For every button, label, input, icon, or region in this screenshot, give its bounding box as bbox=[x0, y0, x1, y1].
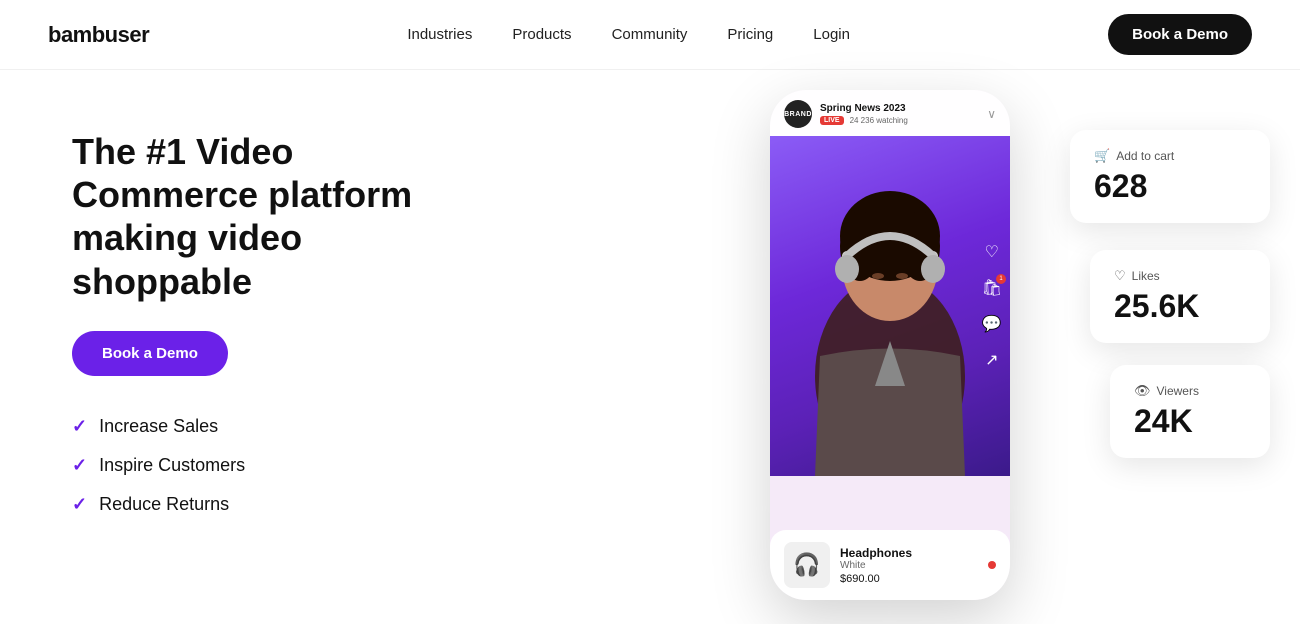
cart-icon-stat: 🛒 bbox=[1094, 148, 1110, 164]
product-price: $690.00 bbox=[840, 573, 978, 585]
likes-label: Likes bbox=[1132, 269, 1160, 283]
cart-icon[interactable]: 🛍 1 bbox=[982, 278, 1002, 298]
likes-label-row: ♡ Likes bbox=[1114, 268, 1246, 284]
nav-login[interactable]: Login bbox=[813, 26, 850, 43]
person-illustration bbox=[790, 156, 990, 476]
stream-title: Spring News 2023 bbox=[820, 103, 908, 114]
viewers-label-row: 👁 Viewers bbox=[1134, 383, 1246, 399]
book-demo-button-nav[interactable]: Book a Demo bbox=[1108, 14, 1252, 55]
hero-left: The #1 Video Commerce platform making vi… bbox=[0, 70, 480, 624]
nav-industries[interactable]: Industries bbox=[407, 26, 472, 43]
stream-info: Spring News 2023 LIVE 24 236 watching bbox=[820, 103, 908, 125]
check-icon-2: ✓ bbox=[72, 455, 87, 476]
product-name: Headphones bbox=[840, 546, 978, 560]
heart-icon[interactable]: ♡ bbox=[985, 242, 999, 262]
check-icon-3: ✓ bbox=[72, 494, 87, 515]
stat-card-viewers: 👁 Viewers 24K bbox=[1110, 365, 1270, 458]
stat-card-add-to-cart: 🛒 Add to cart 628 bbox=[1070, 130, 1270, 223]
phone-frame: BRAND Spring News 2023 LIVE 24 236 watch… bbox=[770, 90, 1010, 600]
headphones-image: 🎧 bbox=[784, 542, 830, 588]
hero-headline: The #1 Video Commerce platform making vi… bbox=[72, 130, 432, 303]
add-to-cart-label-row: 🛒 Add to cart bbox=[1094, 148, 1246, 164]
share-icon[interactable]: ↗ bbox=[985, 350, 998, 370]
product-variant: White bbox=[840, 560, 978, 571]
stat-card-likes: ♡ Likes 25.6K bbox=[1090, 250, 1270, 343]
nav-products[interactable]: Products bbox=[512, 26, 571, 43]
feature-item-1: ✓ Increase Sales bbox=[72, 416, 432, 437]
nav-links: Industries Products Community Pricing Lo… bbox=[407, 26, 850, 43]
brand-circle: BRAND bbox=[784, 100, 812, 128]
nav-community[interactable]: Community bbox=[612, 26, 688, 43]
book-demo-button-hero[interactable]: Book a Demo bbox=[72, 331, 228, 376]
nav-pricing[interactable]: Pricing bbox=[727, 26, 773, 43]
viewers-label: Viewers bbox=[1157, 384, 1199, 398]
viewers-value: 24K bbox=[1134, 403, 1246, 440]
main-content: The #1 Video Commerce platform making vi… bbox=[0, 70, 1300, 624]
add-to-cart-label: Add to cart bbox=[1116, 149, 1174, 163]
live-row: LIVE 24 236 watching bbox=[820, 116, 908, 125]
product-card: 🎧 Headphones White $690.00 bbox=[770, 530, 1010, 600]
navbar: bambuser Industries Products Community P… bbox=[0, 0, 1300, 70]
eye-icon: 👁 bbox=[1134, 383, 1151, 399]
feature-label-2: Inspire Customers bbox=[99, 455, 245, 476]
cart-badge: 1 bbox=[996, 274, 1006, 284]
phone-stream-image: ♡ 🛍 1 💬 ↗ bbox=[770, 136, 1010, 476]
logo: bambuser bbox=[48, 22, 149, 48]
brand-badge: BRAND Spring News 2023 LIVE 24 236 watch… bbox=[784, 100, 908, 128]
feature-item-3: ✓ Reduce Returns bbox=[72, 494, 432, 515]
live-badge: LIVE bbox=[820, 116, 844, 125]
add-to-cart-value: 628 bbox=[1094, 168, 1246, 205]
heart-icon-stat: ♡ bbox=[1114, 268, 1126, 284]
watching-count: 24 236 watching bbox=[850, 116, 908, 125]
hero-right: BRAND Spring News 2023 LIVE 24 236 watch… bbox=[480, 70, 1300, 624]
product-dot bbox=[988, 561, 996, 569]
likes-value: 25.6K bbox=[1114, 288, 1246, 325]
feature-item-2: ✓ Inspire Customers bbox=[72, 455, 432, 476]
phone-side-icons: ♡ 🛍 1 💬 ↗ bbox=[982, 242, 1002, 370]
feature-label-1: Increase Sales bbox=[99, 416, 218, 437]
chevron-down-icon[interactable]: ∨ bbox=[987, 107, 996, 121]
product-info: Headphones White $690.00 bbox=[840, 546, 978, 585]
feature-list: ✓ Increase Sales ✓ Inspire Customers ✓ R… bbox=[72, 416, 432, 515]
check-icon-1: ✓ bbox=[72, 416, 87, 437]
phone-top-bar: BRAND Spring News 2023 LIVE 24 236 watch… bbox=[770, 90, 1010, 136]
feature-label-3: Reduce Returns bbox=[99, 494, 229, 515]
comment-icon[interactable]: 💬 bbox=[982, 314, 1002, 334]
